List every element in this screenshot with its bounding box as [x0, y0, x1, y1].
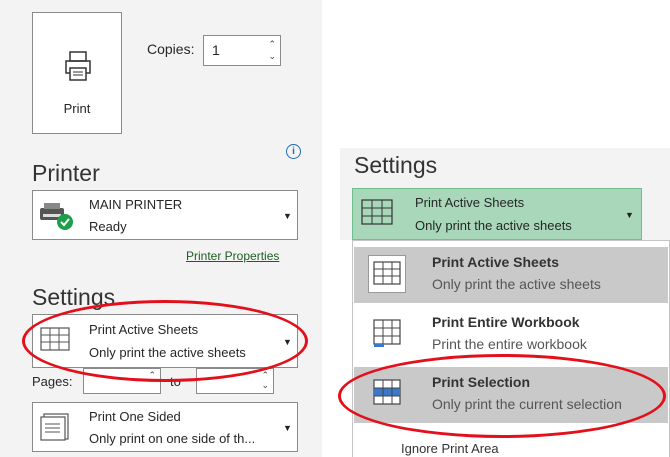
menu-item-title: Print Active Sheets [432, 254, 560, 270]
sided-desc: Only print on one side of th... [89, 431, 256, 446]
copies-input[interactable]: 1 ⌃ ⌄ [203, 35, 281, 66]
printer-heading: Printer [32, 160, 100, 186]
printer-dropdown[interactable]: MAIN PRINTER Ready ▼ [32, 190, 298, 240]
menu-item-desc: Print the entire workbook [432, 336, 587, 352]
chevron-down-icon: ▼ [283, 423, 292, 433]
printer-status: Ready [89, 219, 127, 234]
workbook-icon [373, 319, 401, 347]
spin-up-icon[interactable]: ⌃ [261, 371, 269, 380]
print-button[interactable]: Print [32, 12, 122, 134]
highlight-ellipse-left [22, 300, 308, 382]
printer-name: MAIN PRINTER [89, 197, 183, 212]
print-button-label: Print [63, 101, 91, 116]
settings-heading-right: Settings [354, 152, 438, 178]
one-sided-icon [40, 413, 69, 441]
menu-item-desc: Only print the active sheets [432, 276, 601, 292]
print-what-dropdown-right[interactable]: Print Active Sheets Only print the activ… [352, 188, 642, 240]
sided-title: Print One Sided [89, 409, 181, 424]
copies-value: 1 [212, 42, 220, 58]
spin-down-icon[interactable]: ⌄ [261, 381, 269, 390]
pages-label: Pages: [32, 374, 73, 389]
sided-dropdown[interactable]: Print One Sided Only print on one side o… [32, 402, 298, 452]
copies-label: Copies: [147, 41, 195, 57]
printer-icon [65, 51, 91, 81]
spin-down-icon[interactable]: ⌄ [268, 52, 276, 61]
printer-ready-icon [40, 203, 73, 230]
selected-title: Print Active Sheets [415, 195, 525, 210]
sheets-icon [361, 199, 393, 225]
spin-up-icon[interactable]: ⌃ [268, 40, 276, 49]
chevron-down-icon: ▼ [283, 211, 292, 221]
sheets-icon [368, 255, 406, 293]
menu-item-title: Print Entire Workbook [432, 314, 580, 330]
highlight-ellipse-right [338, 354, 666, 438]
ignore-print-area-option[interactable]: Ignore Print Area [401, 441, 499, 456]
chevron-down-icon: ▼ [625, 210, 634, 220]
menu-item-active-sheets[interactable]: Print Active Sheets Only print the activ… [354, 247, 668, 303]
selected-desc: Only print the active sheets [415, 218, 572, 233]
info-icon[interactable]: i [286, 144, 301, 159]
printer-properties-link[interactable]: Printer Properties [186, 249, 279, 263]
